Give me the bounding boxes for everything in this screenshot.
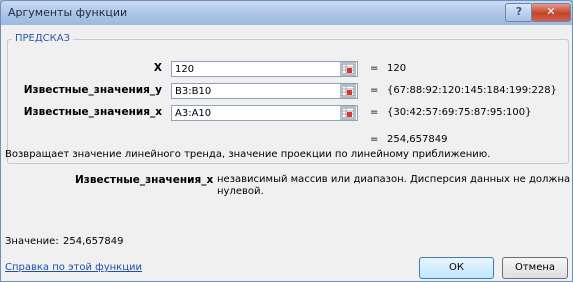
- range-select-icon[interactable]: [340, 62, 356, 76]
- equals-sign: =: [370, 85, 379, 96]
- arg-label-known-x: Известные_значения_x: [23, 106, 162, 118]
- cancel-button[interactable]: Отмена: [502, 257, 568, 279]
- equals-sign: =: [370, 134, 379, 145]
- function-description: Возвращает значение линейного тренда, зн…: [5, 149, 491, 160]
- value-result: 254,657849: [63, 236, 124, 247]
- range-select-icon[interactable]: [340, 106, 356, 120]
- arg-input-known-x[interactable]: A3:A10: [171, 105, 358, 121]
- arg-input-x[interactable]: 120: [171, 61, 358, 77]
- value-label: Значение:: [5, 236, 59, 247]
- arg-result-x: 120: [387, 63, 407, 74]
- ok-button[interactable]: ОК: [419, 257, 494, 279]
- arg-label-x: X: [153, 62, 162, 74]
- arg-row-known-y: Известные_значения_y B3:B10 = {67:88:92:…: [1, 83, 572, 100]
- range-select-icon[interactable]: [340, 84, 356, 98]
- function-arguments-dialog: Аргументы функции ? ✕ ПРЕДСКАЗ X 120 = 1…: [0, 0, 573, 282]
- arguments-group: [7, 39, 569, 164]
- arg-row-known-x: Известные_значения_x A3:A10 = {30:42:57:…: [1, 105, 572, 122]
- arg-row-x: X 120 = 120: [1, 61, 572, 78]
- function-name: ПРЕДСКАЗ: [12, 33, 74, 44]
- function-help-link[interactable]: Справка по этой функции: [5, 262, 142, 273]
- arg-result-known-y: {67:88:92:120:145:184:199:228}: [387, 85, 557, 96]
- dialog-body: ПРЕДСКАЗ X 120 = 120 Известные_значения_…: [1, 25, 572, 281]
- arg-help-text: независимый массив или диапазон. Дисперс…: [217, 174, 573, 185]
- arg-input-known-y[interactable]: B3:B10: [171, 83, 358, 99]
- close-button[interactable]: ✕: [531, 3, 571, 22]
- arg-result-known-x: {30:42:57:69:75:87:95:100}: [387, 107, 532, 118]
- arg-help-name: Известные_значения_x: [75, 174, 214, 186]
- title-bar[interactable]: Аргументы функции ? ✕: [1, 1, 572, 25]
- equals-sign: =: [370, 63, 379, 74]
- dialog-title: Аргументы функции: [8, 6, 128, 19]
- arg-label-known-y: Известные_значения_y: [23, 84, 162, 96]
- formula-result: 254,657849: [387, 134, 448, 145]
- arg-help-text-cont: нулевой.: [217, 186, 264, 197]
- equals-sign: =: [370, 107, 379, 118]
- help-button[interactable]: ?: [505, 3, 533, 22]
